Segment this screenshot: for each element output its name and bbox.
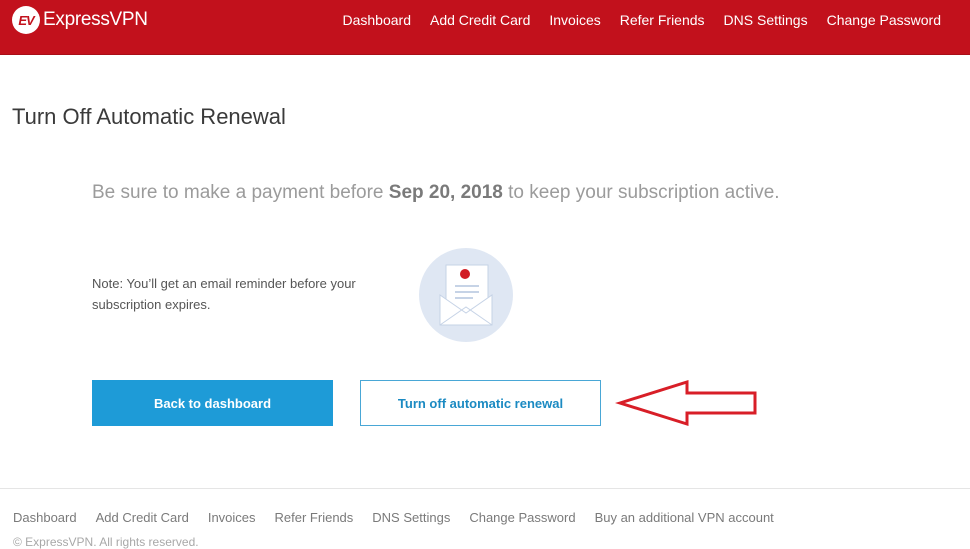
email-reminder-note: Note: You’ll get an email reminder befor… [92,276,356,312]
renewal-date: Sep 20, 2018 [388,182,503,203]
footer-link-invoices[interactable]: Invoices [208,510,256,525]
top-nav-change-password[interactable]: Change Password [827,12,941,28]
top-nav-add-credit-card[interactable]: Add Credit Card [430,12,530,28]
top-nav-dashboard[interactable]: Dashboard [342,12,411,28]
top-nav: Dashboard Add Credit Card Invoices Refer… [323,12,941,28]
turn-off-automatic-renewal-button[interactable]: Turn off automatic renewal [360,380,601,426]
back-to-dashboard-button[interactable]: Back to dashboard [92,380,333,426]
logo-mark-icon: EV [12,6,40,34]
page-title: Turn Off Automatic Renewal [12,104,286,129]
envelope-icon [419,248,513,342]
top-nav-invoices[interactable]: Invoices [549,12,600,28]
footer-link-buy-additional-account[interactable]: Buy an additional VPN account [595,510,774,525]
footer-link-add-credit-card[interactable]: Add Credit Card [96,510,189,525]
logo-text: ExpressVPN [43,9,148,30]
expressvpn-logo[interactable]: EV ExpressVPN [12,6,148,34]
top-header: EV ExpressVPN Dashboard Add Credit Card … [0,0,970,55]
footer-divider [0,488,970,489]
payment-reminder-text: Be sure to make a payment before Sep 20,… [92,182,780,204]
footer-link-refer-friends[interactable]: Refer Friends [275,510,354,525]
top-nav-refer-friends[interactable]: Refer Friends [620,12,705,28]
footer-link-dashboard[interactable]: Dashboard [13,510,77,525]
lead-prefix: Be sure to make a payment before [92,182,389,203]
lead-suffix: to keep your subscription active. [502,182,780,203]
footer-link-change-password[interactable]: Change Password [469,510,575,525]
red-arrow-icon [615,379,757,427]
footer-nav: Dashboard Add Credit Card Invoices Refer… [13,510,793,525]
top-nav-dns-settings[interactable]: DNS Settings [724,12,808,28]
footer-link-dns-settings[interactable]: DNS Settings [372,510,450,525]
copyright-text: © ExpressVPN. All rights reserved. [13,535,199,549]
